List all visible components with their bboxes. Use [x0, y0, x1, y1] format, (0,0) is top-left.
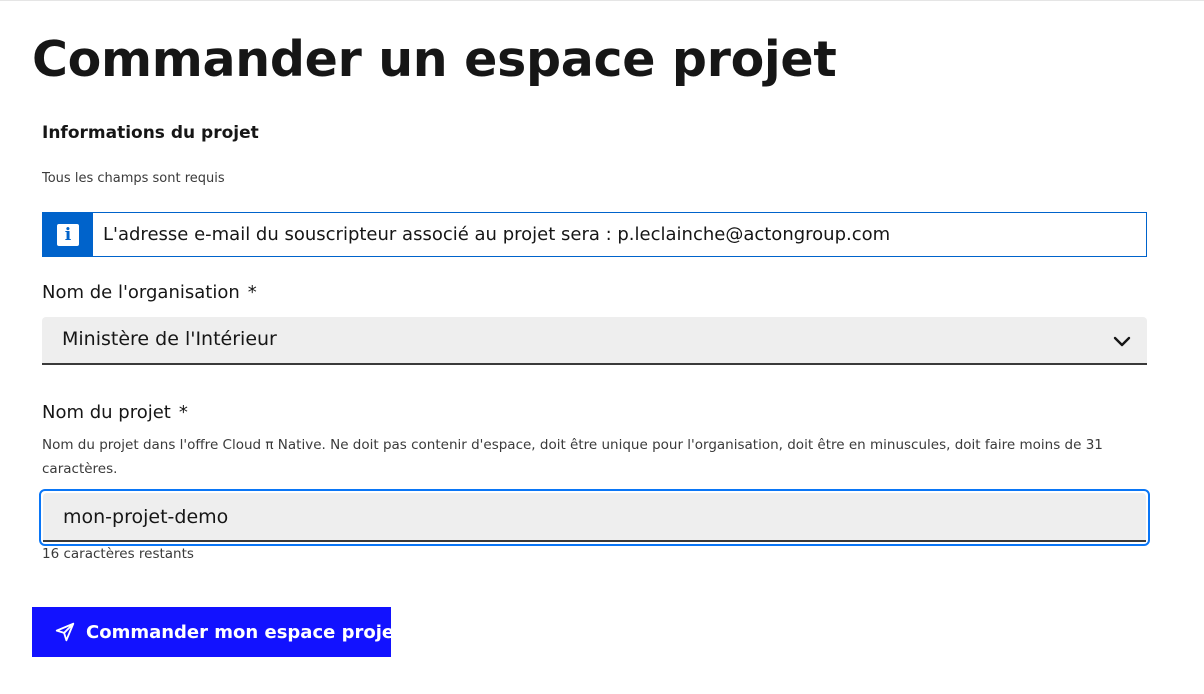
send-icon [54, 621, 76, 643]
submit-order-button[interactable]: Commander mon espace projet [32, 607, 403, 657]
organisation-label-text: Nom de l'organisation [42, 282, 240, 303]
remaining-characters-counter: 16 caractères restants [42, 546, 194, 562]
project-name-focus-ring [39, 489, 1150, 546]
submit-button-label: Commander mon espace projet [86, 621, 403, 643]
alert-message: L'adresse e-mail du souscripteur associé… [103, 224, 891, 245]
info-alert: i L'adresse e-mail du souscripteur assoc… [42, 212, 1147, 257]
info-icon: i [57, 223, 79, 246]
alert-icon-column: i [43, 213, 93, 256]
project-name-label: Nom du projet * [42, 402, 188, 423]
required-marker: * [178, 402, 188, 423]
chevron-down-icon [1113, 333, 1131, 347]
project-name-input[interactable] [43, 493, 1146, 542]
required-marker: * [247, 282, 257, 303]
required-fields-note: Tous les champs sont requis [42, 171, 225, 186]
page-title: Commander un espace projet [32, 31, 837, 88]
project-name-label-text: Nom du projet [42, 402, 171, 423]
top-divider [0, 0, 1204, 1]
organisation-select[interactable]: Ministère de l'Intérieur [42, 317, 1147, 365]
organisation-selected-value: Ministère de l'Intérieur [62, 328, 277, 350]
section-title: Informations du projet [42, 123, 259, 143]
project-name-hint: Nom du projet dans l'offre Cloud π Nativ… [42, 437, 1103, 477]
organisation-label: Nom de l'organisation * [42, 282, 257, 303]
